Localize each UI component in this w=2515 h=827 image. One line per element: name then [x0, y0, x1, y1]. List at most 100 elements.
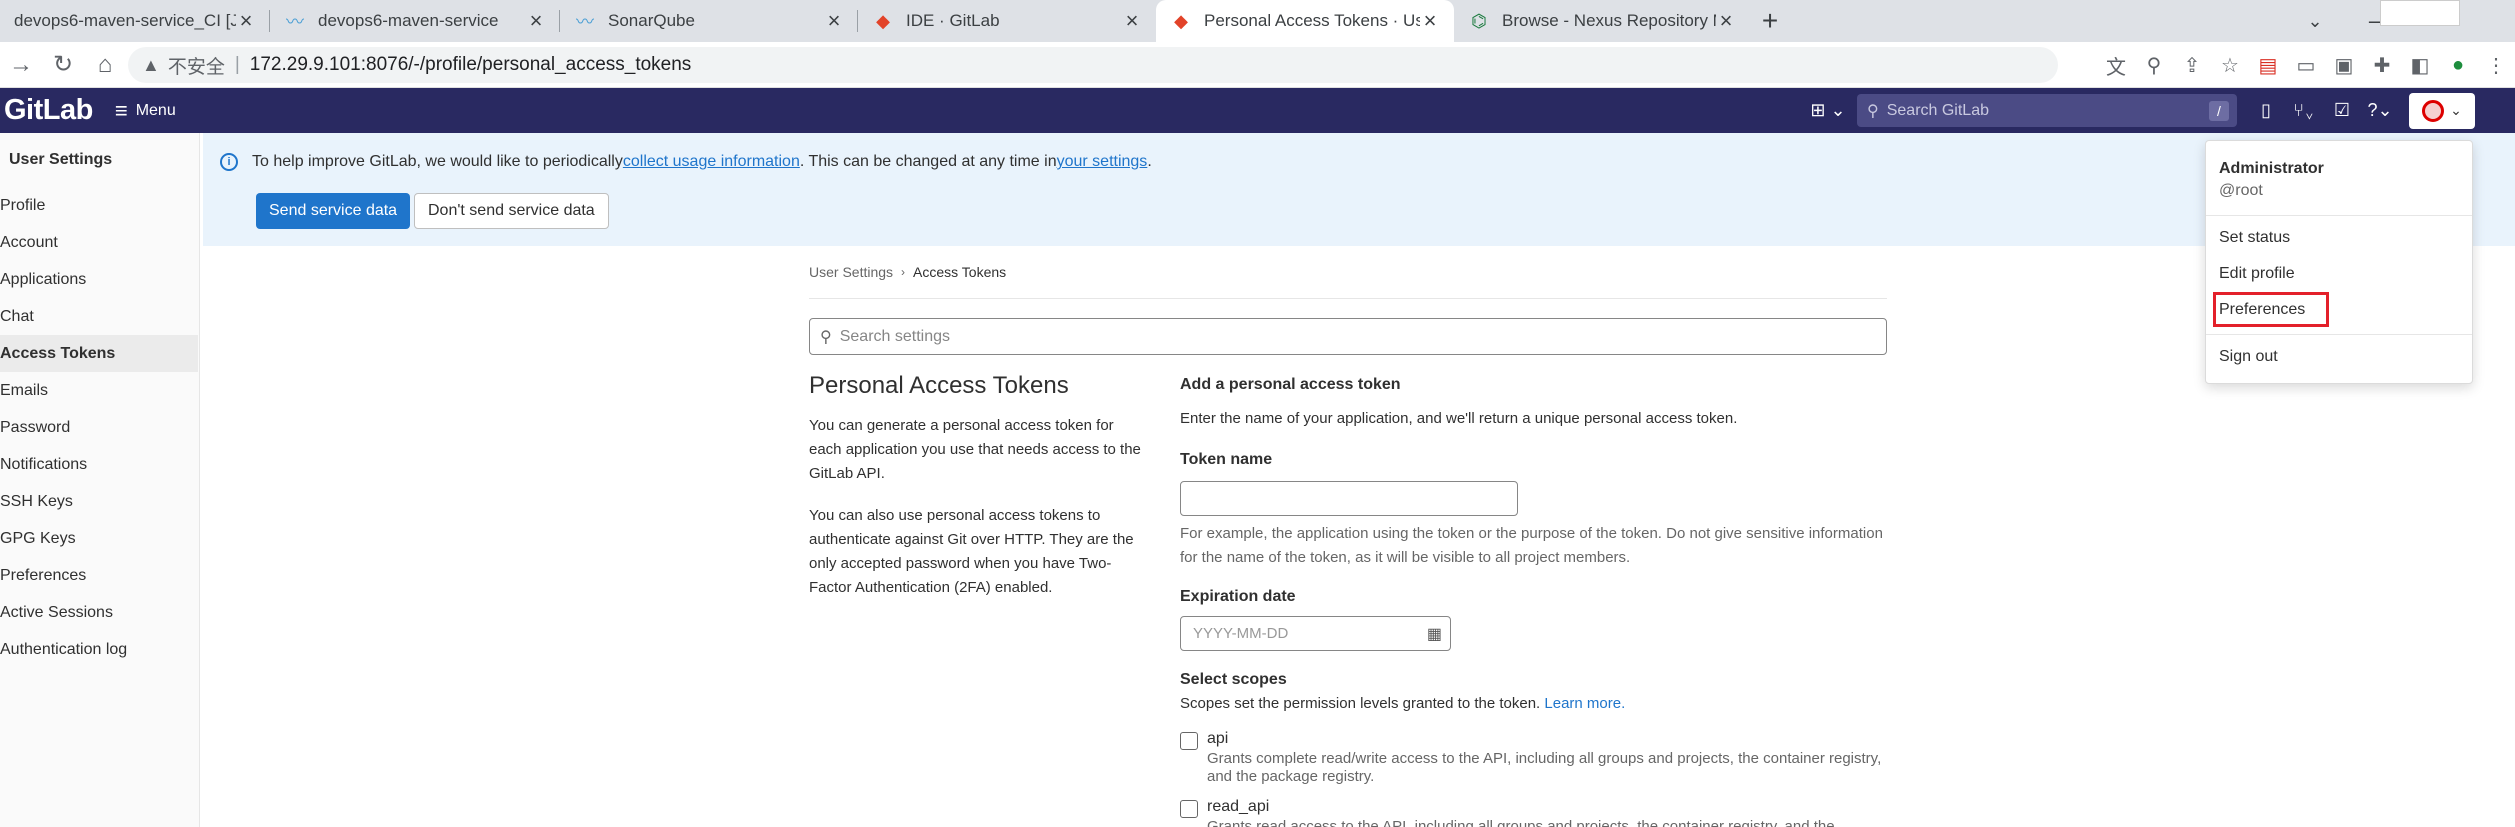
url-text: 172.29.9.101:8076/-/profile/personal_acc…: [249, 54, 692, 75]
scope-description: Grants read access to the API, including…: [1207, 818, 1835, 827]
translate-icon[interactable]: 文: [2097, 46, 2135, 84]
sidebar-item-active-sessions[interactable]: Active Sessions: [0, 594, 199, 631]
share-icon[interactable]: ⇪: [2173, 46, 2211, 84]
gitlab-icon: ◆: [1174, 10, 1188, 31]
tab-title: SonarQube: [608, 11, 695, 30]
dont-send-service-data-button[interactable]: Don't send service data: [414, 193, 609, 229]
tab-title: Personal Access Tokens · User: [1204, 11, 1420, 30]
sidebar-item-account[interactable]: Account: [0, 224, 199, 261]
reload-icon[interactable]: ↻: [42, 44, 84, 86]
user-display-name[interactable]: Administrator: [2219, 160, 2324, 178]
gitlab-header: GitLab ≡ Menu ⊞ ⌄ ⚲ Search GitLab / ▯ ⑂⌄…: [0, 88, 2515, 133]
search-icon: ⚲: [820, 328, 832, 346]
sidepanel-icon[interactable]: ◧: [2401, 46, 2439, 84]
edit-profile-item[interactable]: Edit profile: [2219, 265, 2295, 283]
sidebar-item-gpg-keys[interactable]: GPG Keys: [0, 520, 199, 557]
merge-requests-icon[interactable]: ⑂⌄: [2285, 94, 2323, 128]
browser-toolbar: → ↻ ⌂ ▲ 不安全 | 172.29.9.101:8076/-/profil…: [0, 42, 2515, 88]
sidebar-item-ssh-keys[interactable]: SSH Keys: [0, 483, 199, 520]
issues-icon[interactable]: ▯: [2247, 94, 2285, 128]
new-item-icon[interactable]: ⊞ ⌄: [1809, 94, 1847, 128]
sidebar-item-authentication-log[interactable]: Authentication log: [0, 631, 199, 668]
description-paragraph: You can generate a personal access token…: [809, 417, 1141, 482]
scope-read-api: read_api Grants read access to the API, …: [1180, 798, 1887, 827]
scopes-label: Select scopes: [1180, 671, 1287, 688]
sidebar-item-access-tokens[interactable]: Access Tokens: [0, 335, 198, 372]
extension-icon[interactable]: ▣: [2325, 46, 2363, 84]
puzzle-icon[interactable]: ✚: [2363, 46, 2401, 84]
scope-checkbox[interactable]: [1180, 732, 1198, 750]
sidebar-item-profile[interactable]: Profile: [0, 187, 199, 224]
browser-tab[interactable]: ◆ IDE · GitLab ×: [858, 0, 1156, 42]
extension-icon[interactable]: ▤: [2249, 46, 2287, 84]
close-icon[interactable]: ×: [526, 8, 546, 34]
set-status-item[interactable]: Set status: [2219, 229, 2290, 247]
page-title: Personal Access Tokens: [809, 372, 1069, 399]
sidebar-item-notifications[interactable]: Notifications: [0, 446, 199, 483]
learn-more-link[interactable]: Learn more.: [1544, 695, 1625, 712]
close-icon[interactable]: ×: [824, 8, 844, 34]
breadcrumb-current[interactable]: Access Tokens: [913, 264, 1006, 280]
tab-title: devops6-maven-service: [318, 11, 499, 30]
tab-title: IDE · GitLab: [906, 11, 1000, 30]
user-handle[interactable]: @root: [2219, 182, 2263, 200]
tab-title: devops6-maven-service_CI [Je: [14, 11, 236, 30]
browser-tab-active[interactable]: ◆ Personal Access Tokens · User ×: [1156, 0, 1454, 42]
highlight-box: [2213, 292, 2329, 327]
scope-name: api: [1207, 730, 1229, 747]
bookmark-star-icon[interactable]: ☆: [2211, 46, 2249, 84]
extension-icon[interactable]: ▭: [2287, 46, 2325, 84]
your-settings-link[interactable]: your settings: [1057, 153, 1148, 171]
browser-tab[interactable]: devops6-maven-service_CI [Je ×: [0, 0, 270, 42]
calendar-icon[interactable]: ▦: [1427, 624, 1442, 644]
more-icon[interactable]: ⋮: [2477, 46, 2515, 84]
home-icon[interactable]: ⌂: [84, 44, 126, 86]
scopes-help: Scopes set the permission levels granted…: [1180, 695, 1626, 712]
close-icon[interactable]: ×: [1122, 8, 1142, 34]
scope-description: Grants complete read/write access to the…: [1207, 750, 1882, 785]
browser-tab-bar: devops6-maven-service_CI [Je × 〰 devops6…: [0, 0, 2515, 42]
search-input[interactable]: ⚲ Search GitLab /: [1857, 94, 2237, 127]
warning-icon: ▲: [142, 54, 160, 75]
close-icon[interactable]: ×: [1716, 8, 1736, 34]
header-actions: ⊞ ⌄ ⚲ Search GitLab / ▯ ⑂⌄ ☑ ?⌄ ⌄: [1809, 88, 2515, 133]
profile-icon[interactable]: ●: [2439, 46, 2477, 84]
gitlab-logo[interactable]: GitLab: [4, 94, 93, 127]
settings-search-input[interactable]: ⚲ Search settings: [809, 318, 1887, 355]
search-icon: ⚲: [1867, 102, 1879, 120]
send-service-data-button[interactable]: Send service data: [256, 193, 411, 229]
zoom-icon[interactable]: ⚲: [2135, 46, 2173, 84]
close-icon[interactable]: ×: [1420, 8, 1440, 34]
sidebar-item-emails[interactable]: Emails: [0, 372, 199, 409]
expiration-date-input[interactable]: YYYY-MM-DD ▦: [1180, 616, 1451, 651]
user-menu-dropdown: Administrator @root Set status Edit prof…: [2205, 140, 2473, 384]
scope-api: api Grants complete read/write access to…: [1180, 730, 1887, 786]
new-tab-button[interactable]: +: [1750, 0, 1790, 42]
browser-tab[interactable]: ⌬ Browse - Nexus Repository Ma ×: [1454, 0, 1750, 42]
sidebar-item-password[interactable]: Password: [0, 409, 199, 446]
settings-sidebar: User Settings Profile Account Applicatio…: [0, 133, 200, 827]
forward-icon[interactable]: →: [0, 44, 42, 86]
token-name-input[interactable]: [1180, 481, 1518, 516]
close-icon[interactable]: ×: [236, 8, 256, 34]
browser-tab[interactable]: 〰 SonarQube ×: [560, 0, 858, 42]
menu-button[interactable]: ≡ Menu: [115, 98, 176, 124]
browser-extension-icons: 文 ⚲ ⇪ ☆ ▤ ▭ ▣ ✚ ◧ ● ⋮: [2097, 42, 2515, 88]
info-icon: i: [220, 153, 238, 171]
breadcrumb-parent[interactable]: User Settings: [809, 264, 893, 280]
sidebar-item-chat[interactable]: Chat: [0, 298, 199, 335]
collect-usage-link[interactable]: collect usage information: [623, 153, 800, 171]
sidebar-item-applications[interactable]: Applications: [0, 261, 199, 298]
browser-tab[interactable]: 〰 devops6-maven-service ×: [270, 0, 560, 42]
scope-checkbox[interactable]: [1180, 800, 1198, 818]
help-icon[interactable]: ?⌄: [2361, 94, 2399, 128]
avatar[interactable]: ⌄: [2409, 92, 2475, 129]
sign-out-item[interactable]: Sign out: [2219, 348, 2278, 366]
scope-name: read_api: [1207, 798, 1270, 815]
tab-search-icon[interactable]: ⌄: [2300, 0, 2330, 42]
sidebar-item-preferences[interactable]: Preferences: [0, 557, 199, 594]
gitlab-icon: ◆: [876, 10, 890, 31]
todos-icon[interactable]: ☑: [2323, 94, 2361, 128]
token-name-label: Token name: [1180, 451, 1273, 468]
address-bar[interactable]: ▲ 不安全 | 172.29.9.101:8076/-/profile/pers…: [128, 47, 2058, 83]
